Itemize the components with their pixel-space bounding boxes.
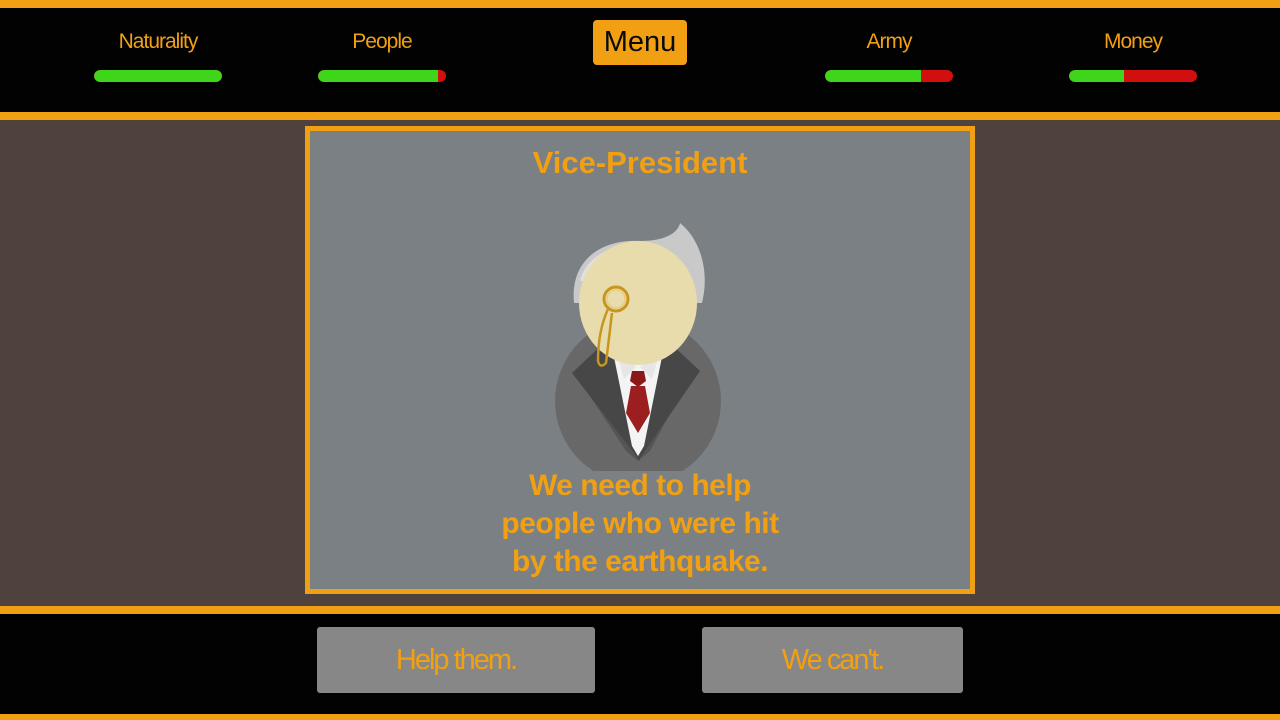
naturality-meter xyxy=(94,70,222,82)
money-meter-fill xyxy=(1069,70,1125,82)
stat-label-army: Army xyxy=(866,30,913,53)
stat-label-money: Money xyxy=(1103,30,1163,53)
people-meter xyxy=(318,70,446,82)
stat-money: Money xyxy=(1068,28,1198,82)
character-name: Vice-President xyxy=(532,145,748,180)
we-cant-button[interactable]: We can't. xyxy=(702,627,963,693)
stat-naturality: Naturality xyxy=(93,28,223,82)
card-message-line: by the earthquake. xyxy=(511,545,769,578)
card-message-line: We need to help xyxy=(529,469,751,502)
stat-army: Army xyxy=(824,28,954,82)
portrait-face xyxy=(579,241,697,365)
vice-president-portrait xyxy=(555,223,721,471)
card-message: We need to help people who were hit by t… xyxy=(440,467,840,581)
stat-people: People xyxy=(317,28,447,82)
menu-button[interactable]: Menu xyxy=(593,20,687,65)
stats-bar: Naturality People Menu Army Money xyxy=(0,0,1280,120)
card-message-line: people who were hit xyxy=(501,507,779,540)
people-meter-fill xyxy=(318,70,439,82)
money-meter xyxy=(1069,70,1197,82)
stat-label-naturality: Naturality xyxy=(118,30,199,53)
army-meter xyxy=(825,70,953,82)
decision-card: Vice-President We need to help people wh… xyxy=(305,126,975,594)
game-screen: Naturality People Menu Army Money Vice-P… xyxy=(0,0,1280,720)
choices-bar: Help them. We can't. xyxy=(0,606,1280,720)
help-them-button[interactable]: Help them. xyxy=(317,627,595,693)
army-meter-fill xyxy=(825,70,921,82)
naturality-meter-fill xyxy=(94,70,222,82)
stat-label-people: People xyxy=(352,30,412,53)
